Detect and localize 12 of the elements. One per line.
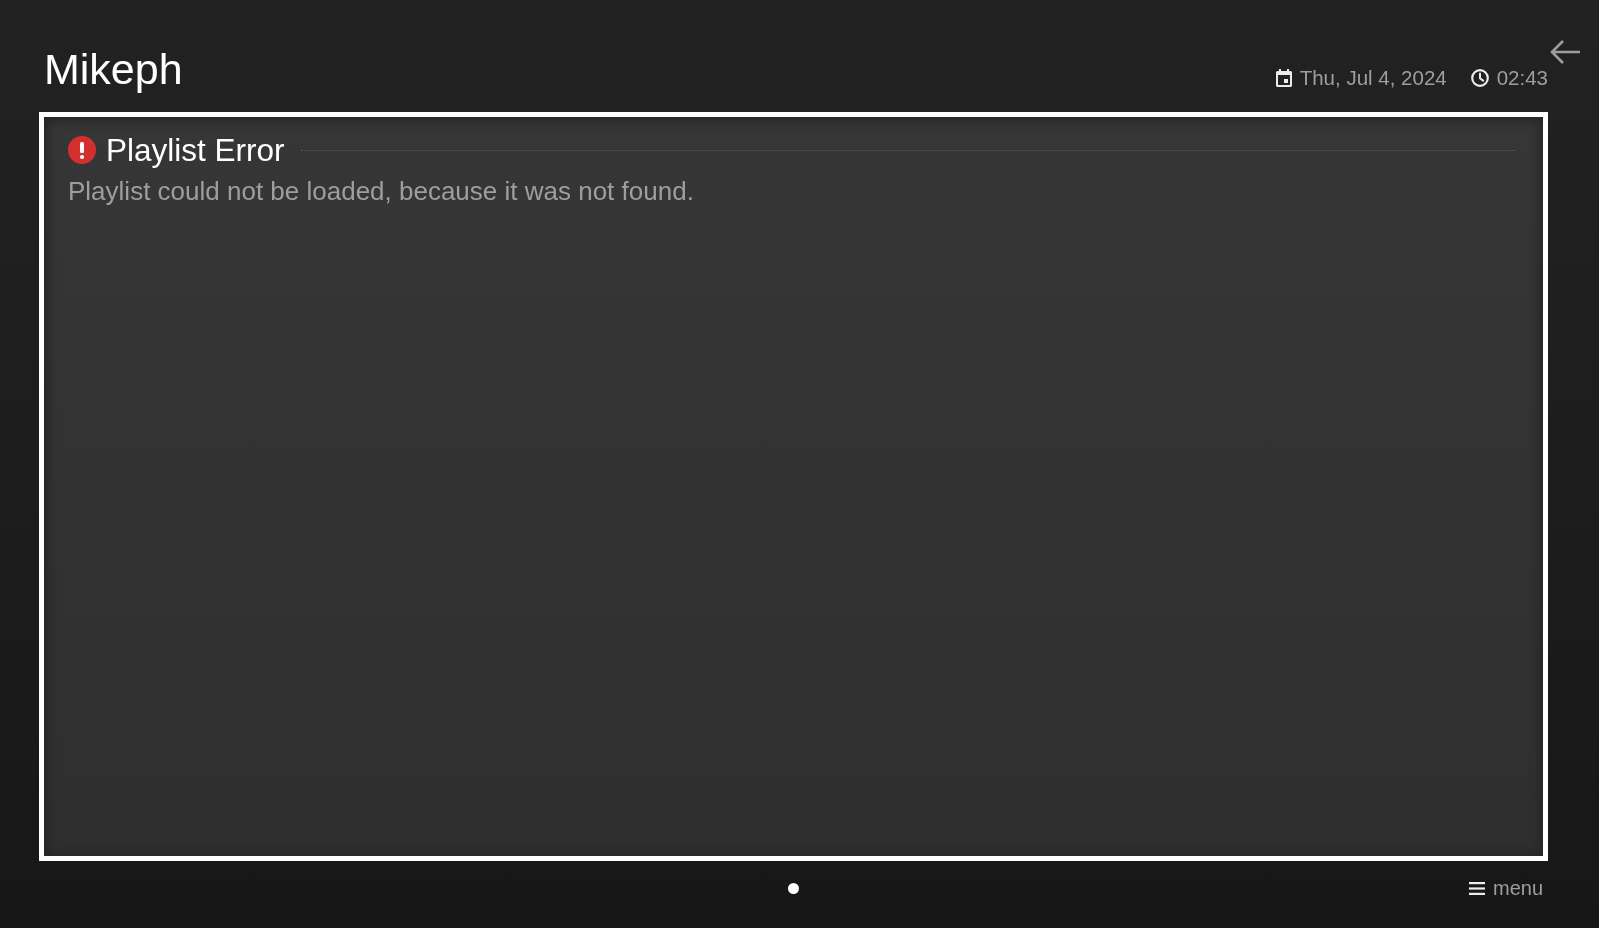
error-heading: Playlist Error	[106, 131, 285, 170]
error-icon	[68, 136, 96, 164]
page-title: Mikeph	[44, 44, 183, 94]
error-message: Playlist could not be loaded, because it was not found.	[68, 175, 695, 208]
menu-icon	[1468, 881, 1485, 895]
calendar-icon	[1275, 69, 1292, 87]
back-arrow-icon	[1550, 39, 1580, 65]
time-text: 02:43	[1496, 66, 1548, 90]
clock-icon	[1470, 69, 1489, 87]
menu-button[interactable]: menu	[1468, 876, 1543, 900]
date-text: Thu, Jul 4, 2024	[1299, 66, 1447, 90]
page-dot[interactable]	[788, 882, 799, 894]
